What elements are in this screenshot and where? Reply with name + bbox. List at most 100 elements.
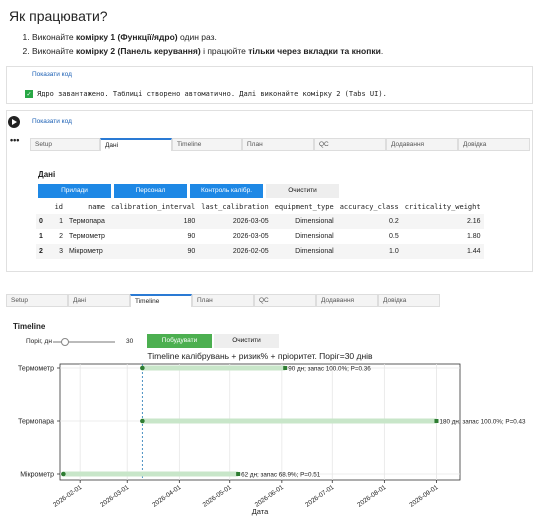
x-axis-label: Дата (252, 507, 269, 516)
table-row: 1 2 Термометр 90 2026-03-05 Dimensional … (36, 229, 484, 244)
y-tick-label: Мікрометр (20, 471, 54, 479)
end-marker (283, 366, 288, 370)
cell-last-calibration: 2026-03-05 (232, 233, 269, 240)
cell-equipment-type: Dimensional (271, 214, 337, 229)
x-tick-label: 2026-02-01 (52, 484, 84, 509)
tab-setup[interactable]: Setup (30, 138, 100, 151)
timeline-bar (142, 418, 437, 424)
column-header (36, 200, 50, 214)
column-header: name (88, 203, 105, 211)
x-tick-label: 2026-08-01 (356, 484, 388, 509)
cell-accuracy-class: 0.5 (388, 233, 399, 240)
devices-button[interactable]: Прилади (38, 184, 111, 198)
cell-interval: 180 (107, 214, 199, 229)
row-index: 2 (36, 244, 50, 259)
calibration-control-button[interactable]: Контроль калібр. (190, 184, 263, 198)
tab-bar-data: Setup Дані Timeline План QC Додавання До… (30, 138, 530, 151)
tab-help[interactable]: Довідка (458, 138, 530, 151)
start-point (61, 471, 66, 477)
cell-equipment-type: Dimensional (295, 233, 334, 240)
cell-criticality: 1.80 (466, 233, 481, 240)
x-tick-label: 2026-09-01 (408, 484, 440, 509)
run-cell-icon[interactable] (8, 116, 20, 128)
instructions-list: Виконайте комірку 1 (Функції/ядро) один … (20, 30, 383, 58)
cell-last-calibration: 2026-03-05 (198, 214, 272, 229)
cell-last-calibration: 2026-02-05 (198, 244, 272, 259)
x-tick-label: 2026-04-01 (151, 484, 183, 509)
instruction-step-2: Виконайте комірку 2 (Панель керування) і… (32, 44, 383, 58)
cell1-output-text: Ядро завантажено. Таблиці створено автом… (37, 90, 387, 98)
end-marker (236, 472, 241, 476)
start-point (140, 418, 145, 424)
tab-plan[interactable]: План (242, 138, 314, 151)
plot-area (59, 363, 461, 481)
page-heading: Як працювати? (9, 8, 108, 24)
cell-interval: 90 (107, 244, 199, 259)
clear-button[interactable]: Очистити (266, 184, 339, 198)
threshold-slider[interactable] (53, 338, 115, 346)
instruction-step-1: Виконайте комірку 1 (Функції/ядро) один … (32, 30, 383, 44)
tab-timeline[interactable]: Timeline (130, 294, 192, 307)
timeline-bar (63, 471, 239, 477)
threshold-label: Поріг, дн (26, 338, 52, 345)
tab-help[interactable]: Довідка (378, 294, 440, 307)
x-tick-label: 2026-03-01 (99, 484, 131, 509)
tab-setup[interactable]: Setup (6, 294, 68, 307)
cell-id: 1 (50, 214, 66, 229)
start-point (140, 365, 145, 371)
bar-annotation: 90 дн; запас 100.0%; P=0.36 (288, 365, 371, 372)
cell1-output: ✓ Ядро завантажено. Таблиці створено авто… (25, 90, 387, 98)
bar-annotation: 180 дн; запас 100.0%; P=0.43 (439, 418, 526, 425)
column-header: equipment_type (274, 203, 334, 211)
row-index: 1 (39, 233, 43, 240)
y-tick-label: Термопара (18, 419, 54, 426)
show-code-link-2[interactable]: Показати код (32, 118, 72, 125)
cell-accuracy-class: 1.0 (336, 244, 402, 259)
tab-timeline[interactable]: Timeline (172, 138, 242, 151)
timeline-bar (142, 365, 286, 371)
column-header: last_calibration (201, 203, 269, 211)
cell-accuracy-class: 0.2 (336, 214, 402, 229)
data-section-title: Дані (38, 170, 56, 179)
more-options-icon[interactable]: ••• (10, 135, 19, 145)
column-header: id (54, 203, 63, 211)
table-row: 0 1 Термопара 180 2026-03-05 Dimensional… (36, 214, 484, 229)
timeline-section-title: Timeline (13, 322, 46, 331)
build-button[interactable]: Побудувати (147, 334, 212, 348)
clear-timeline-button[interactable]: Очистити (214, 334, 279, 348)
tab-bar-timeline: Setup Дані Timeline План QC Додавання До… (6, 294, 536, 307)
cell-interval: 90 (187, 233, 196, 240)
bar-annotation: 62 дн; запас 68.9%; P=0.51 (241, 471, 321, 478)
show-code-link-1[interactable]: Показати код (32, 71, 72, 78)
table-row: 2 3 Мікрометр 90 2026-02-05 Dimensional … (36, 244, 484, 259)
column-header: criticality_weight (404, 203, 481, 211)
personnel-button[interactable]: Персонал (114, 184, 187, 198)
chart-title: Timeline калібрувань + ризик% + пріорите… (147, 351, 373, 361)
slider-handle[interactable] (61, 338, 69, 346)
tab-plan[interactable]: План (192, 294, 254, 307)
tab-data[interactable]: Дані (68, 294, 130, 307)
cell-name: Мікрометр (66, 244, 108, 259)
column-header: accuracy_class (339, 203, 399, 211)
devices-table: id name calibration_interval last_calibr… (36, 200, 484, 259)
y-tick-label: Термометр (18, 366, 54, 373)
cell-criticality: 2.16 (401, 214, 484, 229)
check-icon: ✓ (25, 90, 33, 98)
tab-data[interactable]: Дані (100, 138, 172, 151)
cell-id: 2 (59, 233, 63, 240)
row-index: 0 (36, 214, 50, 229)
end-marker (434, 419, 439, 423)
threshold-value: 30 (126, 338, 134, 345)
tab-add[interactable]: Додавання (386, 138, 458, 151)
tab-add[interactable]: Додавання (316, 294, 378, 307)
column-header: calibration_interval (110, 203, 196, 211)
cell-criticality: 1.44 (401, 244, 484, 259)
table-header: id name calibration_interval last_calibr… (36, 200, 484, 214)
cell-equipment-type: Dimensional (271, 244, 337, 259)
tab-qc[interactable]: QC (254, 294, 316, 307)
tab-qc[interactable]: QC (314, 138, 386, 151)
x-tick-label: 2026-06-01 (254, 484, 286, 509)
cell-name: Термометр (69, 233, 105, 240)
cell-name: Термопара (66, 214, 108, 229)
cell-id: 3 (50, 244, 66, 259)
